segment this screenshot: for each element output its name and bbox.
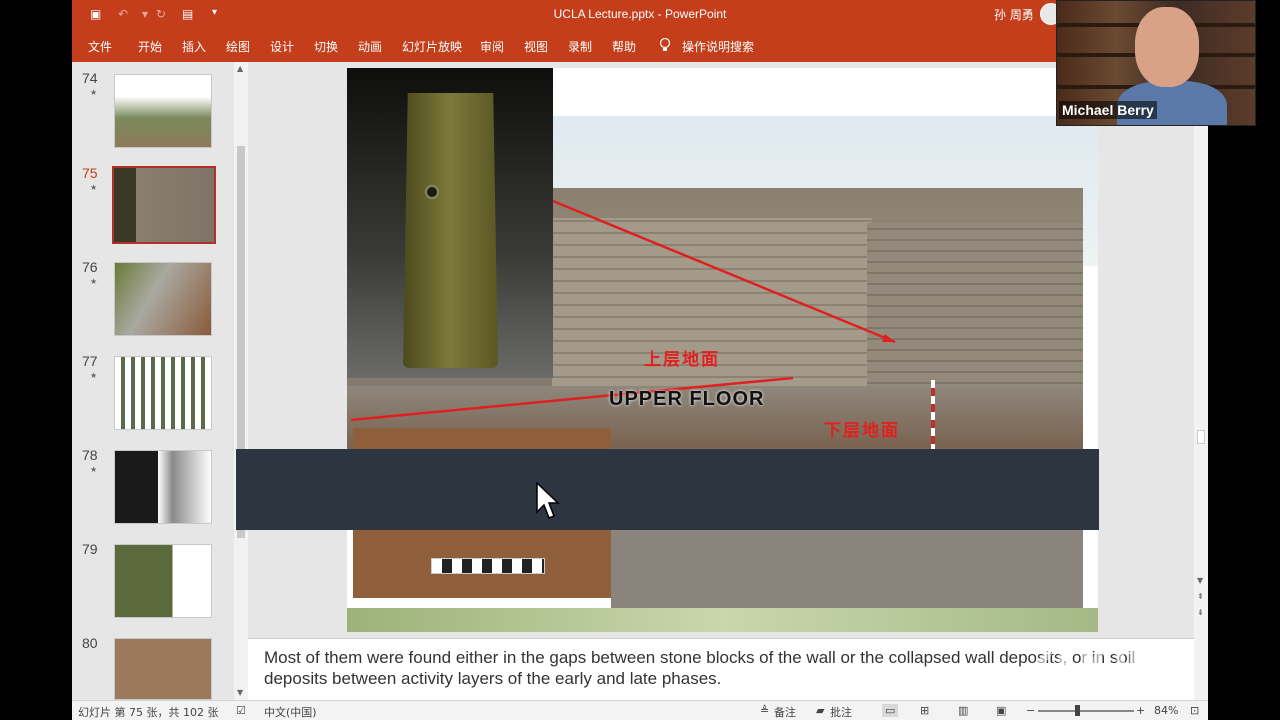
zoom-level[interactable]: 84% [1154, 704, 1178, 717]
tab-home[interactable]: 开始 [138, 38, 162, 55]
user-name[interactable]: 孙 周勇 [994, 6, 1034, 23]
speaker-head [1135, 7, 1199, 87]
tab-animations[interactable]: 动画 [358, 38, 382, 55]
current-slide[interactable]: 上层地面 UPPER FLOOR 下层地面 [347, 68, 1098, 632]
arrowhead [882, 334, 895, 342]
video-overlay-band [236, 449, 1099, 530]
scroll-down-icon[interactable]: ▼ [237, 688, 243, 697]
slide-editor: 上层地面 UPPER FLOOR 下层地面 [248, 62, 1194, 638]
tab-transitions[interactable]: 切换 [314, 38, 338, 55]
comments-icon[interactable]: ▰ [816, 704, 824, 717]
accessibility-icon[interactable]: ☑ [236, 704, 246, 717]
tab-record[interactable]: 录制 [568, 38, 592, 55]
speaker-video[interactable]: Michael Berry [1056, 0, 1256, 126]
animation-star-icon: ★ [90, 371, 98, 380]
animation-star-icon: ★ [90, 88, 98, 97]
slide-scrollbar[interactable]: ▼ ⇞ ⇟ [1194, 62, 1208, 638]
tab-review[interactable]: 审阅 [480, 38, 504, 55]
language-indicator[interactable]: 中文(中国) [264, 704, 317, 720]
slide-sorter-icon[interactable]: ⊞ [920, 704, 929, 717]
slide-thumbnail[interactable] [114, 544, 212, 618]
title-bar: ▣ ↶ ▾ ↻ ▤ ▾ UCLA Lecture.pptx - PowerPoi… [72, 0, 1208, 30]
tell-me-search[interactable]: 操作说明搜索 [682, 38, 754, 55]
scrollbar-thumb[interactable] [1197, 430, 1205, 444]
lightbulb-icon [659, 38, 671, 51]
thumbnail-number: 80 [82, 635, 98, 651]
slide-thumbnail[interactable] [114, 74, 212, 148]
animation-star-icon: ★ [90, 183, 98, 192]
next-slide-icon[interactable]: ⇟ [1197, 608, 1204, 617]
zoom-out-icon[interactable]: − [1026, 704, 1035, 717]
notes-scrollbar[interactable] [1194, 638, 1208, 700]
thumbnail-number: 77 [82, 353, 98, 369]
powerpoint-window: ▣ ↶ ▾ ↻ ▤ ▾ UCLA Lecture.pptx - PowerPoi… [72, 0, 1208, 720]
zoom-in-icon[interactable]: + [1136, 704, 1145, 717]
slide-thumbnail[interactable] [114, 450, 212, 524]
notes-button[interactable]: 备注 [774, 704, 796, 720]
tab-help[interactable]: 帮助 [612, 38, 636, 55]
comments-button[interactable]: 批注 [830, 704, 852, 720]
tab-draw[interactable]: 绘图 [226, 38, 250, 55]
tab-slideshow[interactable]: 幻灯片放映 [402, 38, 462, 55]
slideshow-icon[interactable]: ▣ [996, 704, 1006, 717]
tab-design[interactable]: 设计 [270, 38, 294, 55]
zoom-slider-knob[interactable] [1075, 705, 1080, 716]
thumbnail-number: 78 [82, 447, 98, 463]
scroll-down-icon[interactable]: ▼ [1197, 576, 1203, 585]
animation-star-icon: ★ [90, 277, 98, 286]
slide-thumbnail-pane: 74 ★ 75 ★ 76 ★ 77 ★ 78 ★ 79 80 ▲ ▼ [72, 62, 248, 700]
animation-star-icon: ★ [90, 465, 98, 474]
speaker-name-label: Michael Berry [1059, 101, 1157, 119]
tab-insert[interactable]: 插入 [182, 38, 206, 55]
ribbon-tabs: 文件 开始 插入 绘图 设计 切换 动画 幻灯片放映 审阅 视图 录制 帮助 操… [72, 30, 1208, 62]
thumbnail-scrollbar[interactable]: ▲ ▼ [234, 62, 248, 700]
slide-thumbnail[interactable] [114, 638, 212, 700]
reading-view-icon[interactable]: ▥ [958, 704, 968, 717]
label-upper-floor-en: UPPER FLOOR [609, 388, 765, 410]
window-title: UCLA Lecture.pptx - PowerPoint [553, 7, 727, 21]
label-lower-floor-cn: 下层地面 [824, 421, 900, 441]
status-bar: 幻灯片 第 75 张，共 102 张 ☑ 中文(中国) ≜ 备注 ▰ 批注 ▭ … [72, 700, 1208, 720]
fit-to-window-icon[interactable]: ⊡ [1190, 704, 1199, 717]
thumbnail-number: 76 [82, 259, 98, 275]
thumbnail-number: 79 [82, 541, 98, 557]
slide-thumbnail[interactable] [114, 262, 212, 336]
mouse-cursor-icon [536, 482, 560, 519]
zoom-watermark: zoom [1028, 623, 1179, 690]
previous-slide-icon[interactable]: ⇞ [1197, 592, 1204, 601]
zoom-slider[interactable] [1038, 710, 1134, 712]
slide-thumbnail-selected[interactable] [112, 166, 216, 244]
annotation-lines [350, 199, 896, 422]
tab-view[interactable]: 视图 [524, 38, 548, 55]
tab-file[interactable]: 文件 [88, 38, 112, 55]
normal-view-icon[interactable]: ▭ [882, 704, 899, 717]
arrow-line-upper [552, 199, 896, 344]
thumbnail-number: 75 [82, 165, 98, 181]
thumbnail-number: 74 [82, 70, 98, 86]
scroll-up-icon[interactable]: ▲ [237, 64, 243, 73]
slide-counter: 幻灯片 第 75 张，共 102 张 [78, 706, 219, 719]
slide-thumbnail[interactable] [114, 356, 212, 430]
notes-toggle-icon[interactable]: ≜ [760, 704, 769, 717]
label-upper-floor-cn: 上层地面 [644, 350, 720, 370]
